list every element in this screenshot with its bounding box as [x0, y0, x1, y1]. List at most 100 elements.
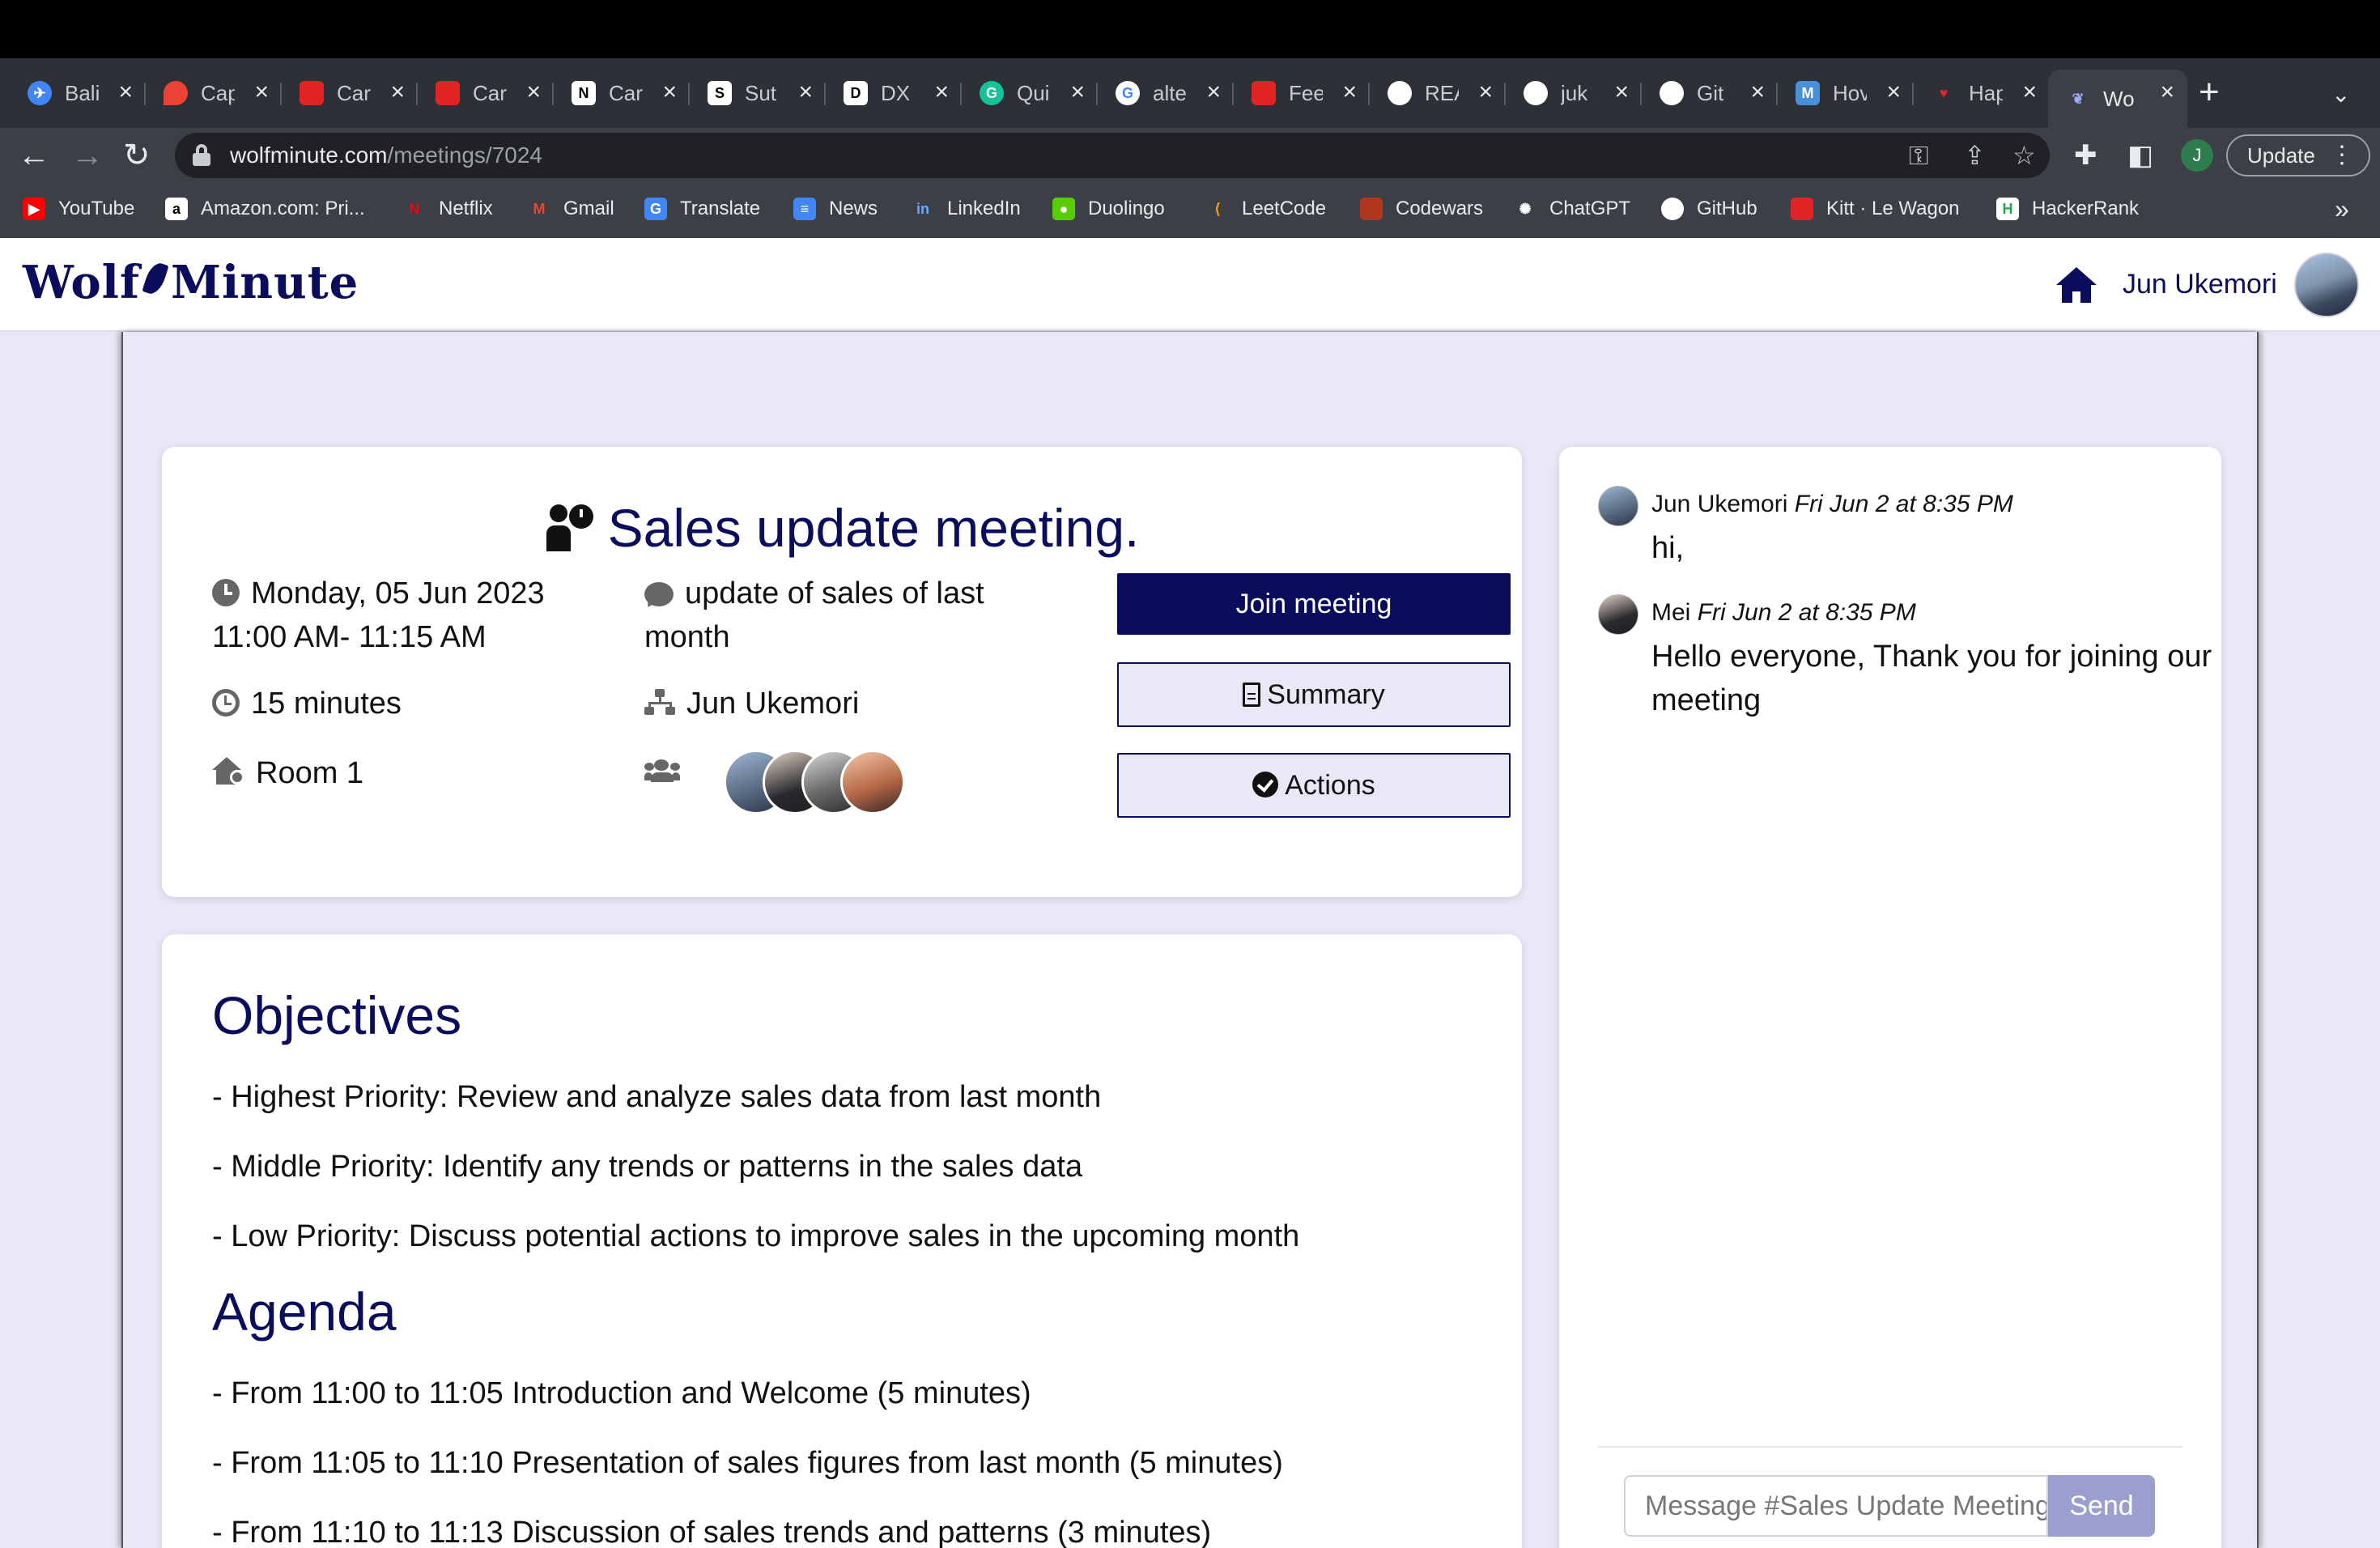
bookmark-hackerrank[interactable]: H HackerRank: [1996, 198, 2139, 220]
chat-message-text: Hello everyone, Thank you for joining ou…: [1651, 640, 2212, 717]
wolfminute-logo[interactable]: Wolf Minute: [23, 256, 359, 309]
close-icon[interactable]: ×: [1886, 79, 1901, 105]
objective-item: - Low Priority: Discuss potential action…: [212, 1219, 1300, 1253]
reload-icon[interactable]: ↻: [123, 136, 151, 175]
close-icon[interactable]: ×: [1614, 79, 1629, 105]
sutherland-icon: S: [708, 81, 732, 105]
tab-3[interactable]: Car ×: [282, 70, 418, 117]
attendee-avatars: [724, 750, 918, 818]
star-icon[interactable]: ☆: [2012, 141, 2036, 170]
bookmark-netflix[interactable]: N Netflix: [403, 198, 493, 220]
chat-message-input[interactable]: Message #Sales Update Meeting: [1624, 1475, 2048, 1537]
tab-14[interactable]: M Hov ×: [1778, 70, 1914, 117]
back-arrow-icon[interactable]: ←: [18, 136, 50, 175]
close-icon[interactable]: ×: [526, 79, 541, 105]
close-icon[interactable]: ×: [662, 79, 677, 105]
sitemap-icon: [644, 689, 675, 717]
close-icon[interactable]: ×: [254, 79, 269, 105]
bookmark-gmail[interactable]: M Gmail: [528, 198, 614, 220]
bookmark-kitt-lewagon[interactable]: Kitt · Le Wagon: [1791, 198, 1960, 220]
avatar[interactable]: [1598, 594, 1638, 635]
users-icon: [644, 759, 680, 784]
meeting-date-time: Monday, 05 Jun 2023 11:00 AM- 11:15 AM: [212, 576, 545, 654]
maps-pin-icon: [164, 81, 188, 105]
meeting-title: Sales update meeting.: [162, 497, 1522, 559]
close-icon[interactable]: ×: [390, 79, 405, 105]
bookmarks-bar: ▶ YouTube a Amazon.com: Pri... N Netflix MG…: [0, 183, 2380, 238]
system-top-bar: [0, 0, 2380, 58]
bookmark-leetcode[interactable]: ⟨ LeetCode: [1206, 198, 1326, 220]
quill-icon: [143, 256, 168, 301]
side-panel-icon[interactable]: ◧: [2127, 139, 2153, 172]
comment-icon: [644, 582, 674, 606]
bookmark-youtube[interactable]: ▶ YouTube: [23, 198, 134, 220]
tab-16-active[interactable]: ❦ Wo ×: [2048, 70, 2187, 128]
address-bar[interactable]: wolfminute.com/meetings/7024 ⚿ ⇪ ☆: [175, 133, 2050, 178]
close-icon[interactable]: ×: [1206, 79, 1221, 105]
tab-1[interactable]: ✈ Bali ×: [10, 70, 146, 117]
share-icon[interactable]: ⇪: [1964, 141, 1986, 170]
close-icon[interactable]: ×: [118, 79, 133, 105]
dx-icon: D: [844, 81, 868, 105]
tab-2[interactable]: Cap ×: [146, 70, 282, 117]
close-icon[interactable]: ×: [798, 79, 813, 105]
history-icon: [212, 689, 240, 717]
close-icon[interactable]: ×: [2022, 79, 2037, 105]
join-meeting-button[interactable]: Join meeting: [1117, 573, 1511, 635]
avatar[interactable]: [1598, 486, 1638, 526]
meeting-organizer: Jun Ukemori: [644, 682, 859, 725]
close-icon[interactable]: ×: [1070, 79, 1085, 105]
agenda-item: - From 11:05 to 11:10 Presentation of sa…: [212, 1446, 1283, 1480]
bookmark-duolingo[interactable]: ● Duolingo: [1052, 198, 1165, 220]
check-circle-icon: [1252, 772, 1279, 797]
user-name[interactable]: Jun Ukemori: [2123, 269, 2277, 300]
close-icon[interactable]: ×: [934, 79, 949, 105]
bookmark-chatgpt[interactable]: ✺ ChatGPT: [1514, 198, 1630, 220]
chevron-down-icon[interactable]: ⌄: [2331, 81, 2350, 108]
send-button[interactable]: Send: [2048, 1475, 2155, 1537]
user-avatar[interactable]: [2294, 253, 2359, 317]
tab-5[interactable]: N Car ×: [554, 70, 690, 117]
bookmark-linkedin[interactable]: in LinkedIn: [912, 198, 1021, 220]
bookmark-news[interactable]: ≡ News: [793, 198, 878, 220]
bookmark-codewars[interactable]: Codewars: [1360, 198, 1483, 220]
summary-button[interactable]: Summary: [1117, 662, 1511, 727]
bookmark-github[interactable]: GitHub: [1661, 198, 1757, 220]
attendee-avatar[interactable]: [840, 750, 905, 814]
tab-12[interactable]: juk ×: [1506, 70, 1642, 117]
close-icon[interactable]: ×: [1750, 79, 1765, 105]
heart-icon: ♥: [1939, 84, 1949, 101]
actions-button[interactable]: Actions: [1117, 753, 1511, 818]
profile-avatar[interactable]: J: [2181, 139, 2213, 172]
tab-7[interactable]: D DX ×: [826, 70, 962, 117]
extensions-puzzle-icon[interactable]: ✚: [2074, 139, 2097, 172]
github-icon: [1388, 81, 1412, 105]
bookmarks-overflow-icon[interactable]: »: [2335, 194, 2349, 224]
tab-15[interactable]: ♥ Hap ×: [1914, 70, 2050, 117]
lewagon-icon: [300, 81, 324, 105]
close-icon[interactable]: ×: [1478, 79, 1493, 105]
url-text[interactable]: wolfminute.com/meetings/7024: [230, 142, 542, 168]
new-tab-icon[interactable]: +: [2199, 74, 2220, 110]
tab-strip: ✈ Bali × Cap × Car × Car × N Car × S Sut × D DX × G…: [0, 58, 2380, 128]
home-icon[interactable]: [2056, 267, 2097, 303]
tab-11[interactable]: REA×: [1370, 70, 1506, 117]
more-vert-icon: ⋮: [2330, 142, 2354, 168]
meeting-description: update of sales of last month: [644, 576, 984, 654]
forward-arrow-icon[interactable]: →: [71, 136, 104, 175]
bookmark-amazon[interactable]: a Amazon.com: Pri...: [165, 198, 365, 220]
app-navbar: Wolf Minute Jun Ukemori: [0, 238, 2380, 332]
tab-9[interactable]: Galte ×: [1098, 70, 1234, 117]
browser-toolbar: ← → ↻ wolfminute.com/meetings/7024 ⚿ ⇪ ☆…: [0, 128, 2380, 183]
tab-10[interactable]: Fee ×: [1234, 70, 1370, 117]
tab-4[interactable]: Car ×: [418, 70, 554, 117]
key-icon[interactable]: ⚿: [1909, 141, 1928, 170]
tab-8[interactable]: G Qui ×: [962, 70, 1098, 117]
tab-6[interactable]: S Sut ×: [690, 70, 826, 117]
close-icon[interactable]: ×: [1342, 79, 1357, 105]
update-button[interactable]: Update ⋮: [2226, 134, 2370, 176]
notion-icon: N: [572, 81, 596, 105]
close-icon[interactable]: ×: [2160, 79, 2174, 105]
tab-13[interactable]: Git ×: [1642, 70, 1778, 117]
bookmark-translate[interactable]: G Translate: [644, 198, 760, 220]
